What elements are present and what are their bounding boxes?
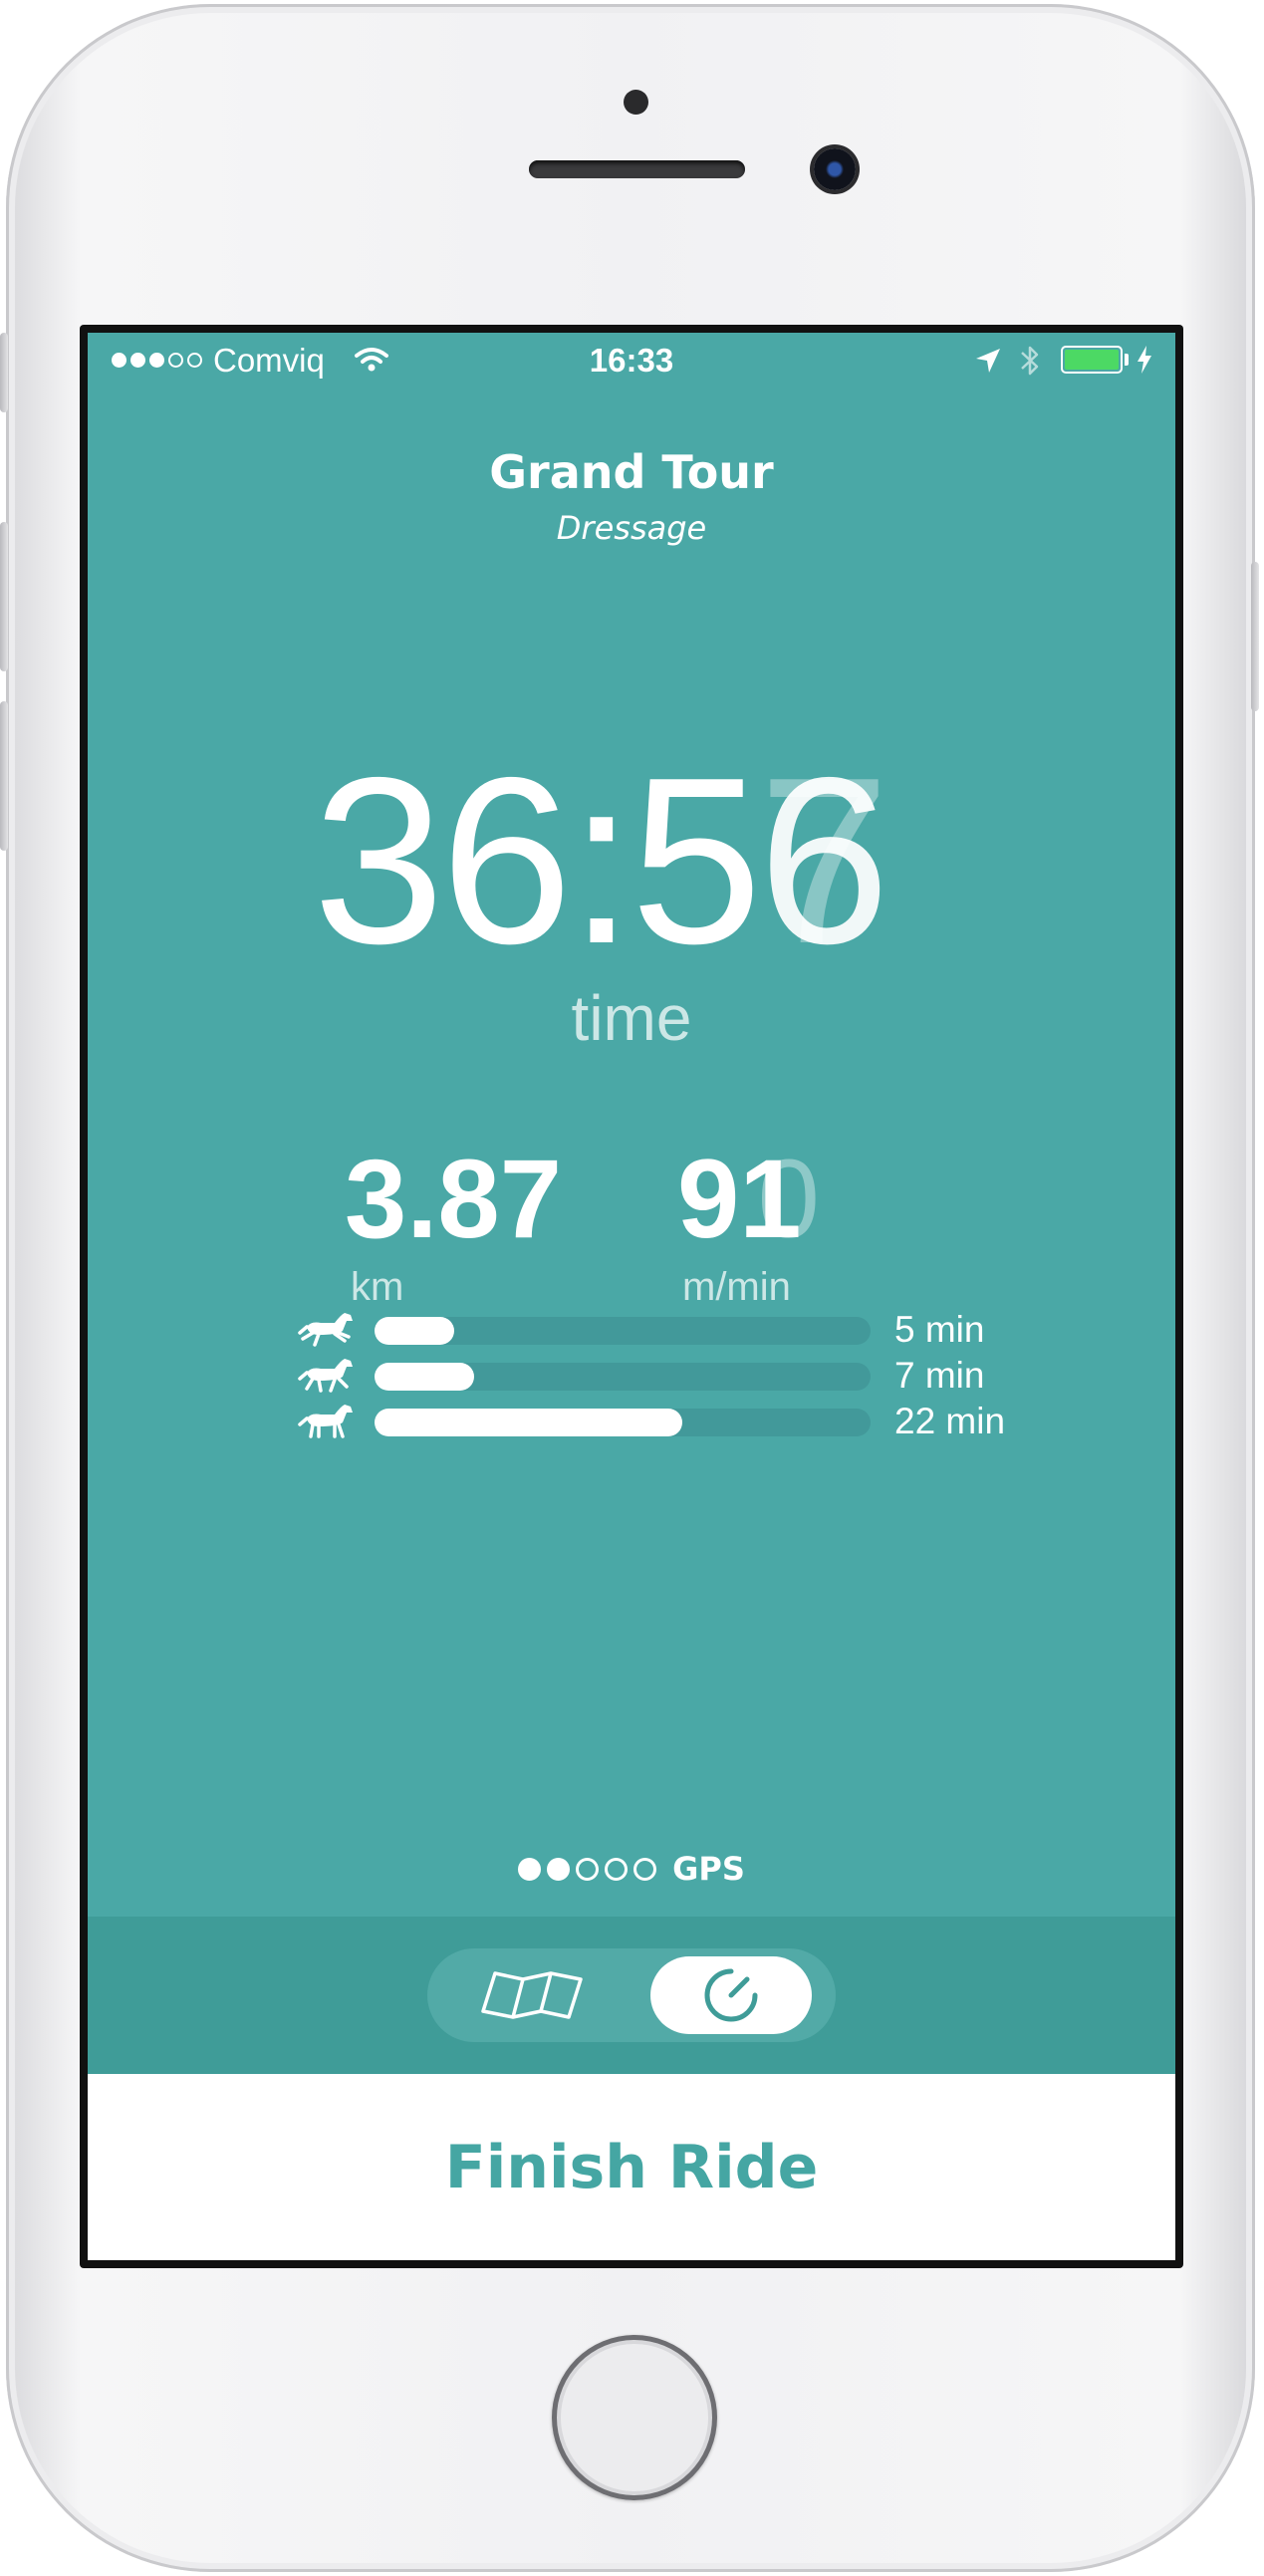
- gait-bar-fill: [375, 1317, 454, 1345]
- gps-strength-dot: [518, 1857, 542, 1881]
- time-label: time: [571, 982, 692, 1054]
- gait-bar-fill: [375, 1363, 474, 1391]
- home-button[interactable]: [552, 2335, 717, 2500]
- battery-level: [1065, 350, 1119, 370]
- bluetooth-icon: [1021, 346, 1039, 376]
- stats-view-button[interactable]: [650, 1956, 812, 2034]
- gait-row: 7 min: [297, 1355, 1054, 1396]
- gait-duration: 5 min: [894, 1309, 985, 1350]
- horse-trot-icon: [298, 1359, 353, 1393]
- gps-strength-dot: [547, 1857, 571, 1881]
- speed-unit: m/min: [682, 1265, 791, 1309]
- horse-gallop-icon: [298, 1313, 353, 1347]
- gait-duration: 22 min: [894, 1401, 1006, 1441]
- proximity-sensor: [624, 90, 648, 115]
- volume-up-button: [0, 522, 8, 671]
- gait-bar-fill: [375, 1409, 682, 1436]
- map-view-button[interactable]: [439, 1956, 627, 2034]
- front-camera: [814, 148, 856, 190]
- view-toggle-bar: [88, 1917, 1175, 2074]
- elapsed-time-last-digit: 7 6: [758, 729, 889, 993]
- distance-value: 3.87: [345, 1137, 562, 1261]
- gait-row: 22 min: [297, 1401, 1054, 1441]
- gps-strength-dot: [633, 1857, 657, 1881]
- elapsed-time: 36:5 7 6: [313, 729, 890, 993]
- battery-icon: [1061, 346, 1123, 374]
- map-icon: [481, 1971, 583, 2019]
- status-time: 16:33: [589, 342, 674, 379]
- ride-title: Grand Tour: [489, 445, 774, 499]
- gait-bar-track: [375, 1409, 871, 1436]
- gps-strength-dot: [576, 1857, 600, 1881]
- gps-strength-dot: [605, 1857, 629, 1881]
- distance-unit: km: [351, 1265, 404, 1309]
- gait-row: 5 min: [297, 1309, 1054, 1350]
- charging-bolt-icon: [1138, 346, 1151, 374]
- elapsed-time-current-digit: 6: [758, 729, 889, 993]
- status-bar: Comviq 16:33: [88, 333, 1175, 390]
- horse-walk-icon: [298, 1405, 353, 1438]
- gps-label: GPS: [672, 1850, 745, 1888]
- gait-duration: 7 min: [894, 1355, 985, 1396]
- speedometer-icon: [704, 1968, 758, 2022]
- elapsed-time-main: 36:5: [313, 729, 762, 993]
- finish-area: Finish Ride: [88, 2074, 1175, 2260]
- phone-screen: Comviq 16:33 Grand Tour Dressage 36:5 7 …: [80, 325, 1183, 2268]
- location-arrow-icon: [976, 349, 1000, 373]
- ride-tracking-screen: Comviq 16:33 Grand Tour Dressage 36:5 7 …: [88, 333, 1175, 2260]
- volume-down-button: [0, 701, 8, 851]
- mute-switch: [0, 333, 8, 412]
- battery-nub: [1125, 354, 1129, 366]
- speed-ghost-digit: 0: [757, 1137, 820, 1261]
- power-button: [1251, 562, 1259, 711]
- gait-bar-track: [375, 1363, 871, 1391]
- gps-indicator: GPS: [88, 1851, 1175, 1887]
- gps-strength-icon: [518, 1857, 657, 1881]
- earpiece-speaker: [529, 160, 745, 178]
- gait-bar-track: [375, 1317, 871, 1345]
- speed-value: 910: [677, 1140, 820, 1259]
- view-toggle: [427, 1948, 836, 2042]
- finish-ride-button[interactable]: Finish Ride: [415, 2123, 849, 2212]
- ride-discipline: Dressage: [556, 509, 707, 547]
